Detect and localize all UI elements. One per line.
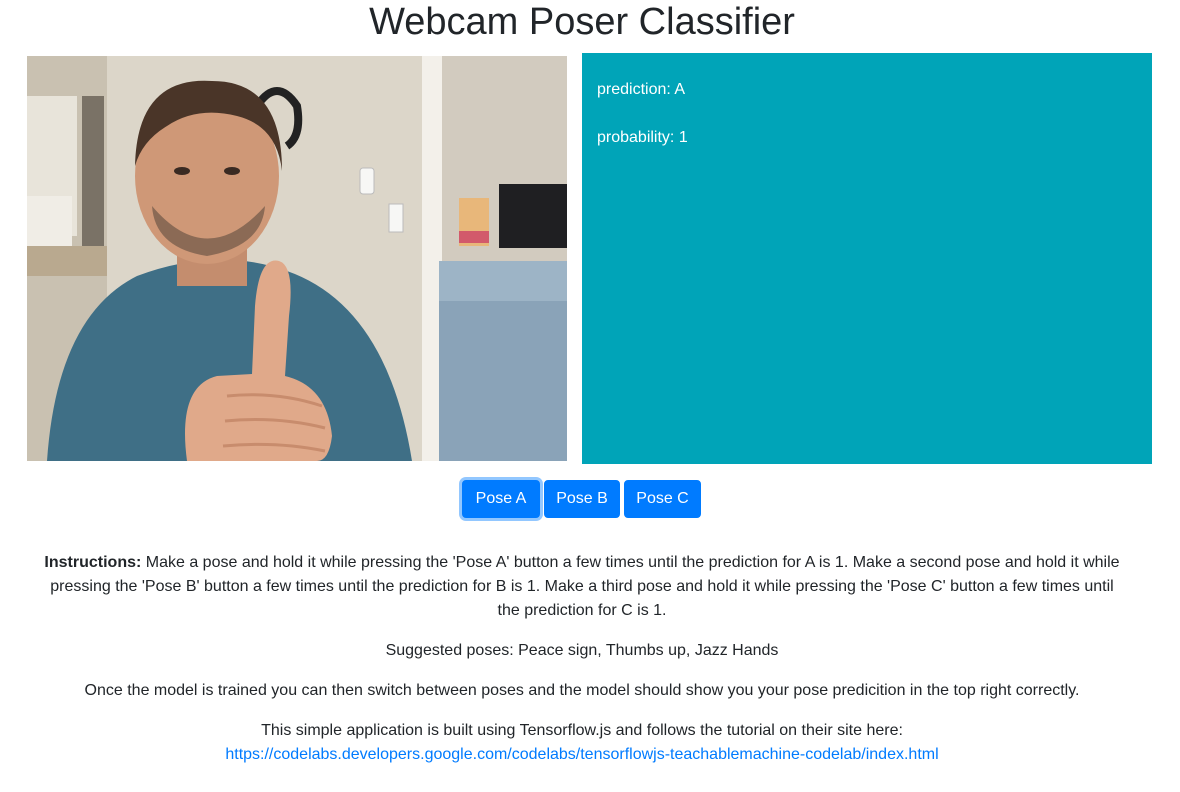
pose-c-button[interactable]: Pose C <box>624 480 701 518</box>
built-with-text: This simple application is built using T… <box>261 722 903 739</box>
page-title: Webcam Poser Classifier <box>369 1 795 43</box>
model-note-text: Once the model is trained you can then s… <box>84 682 1080 699</box>
page: Webcam Poser Classifier prediction: A pr… <box>0 0 1180 792</box>
pose-a-button[interactable]: Pose A <box>462 480 540 518</box>
instructions-text: Instructions: Make a pose and hold it wh… <box>40 551 1124 623</box>
prediction-label: prediction: A <box>597 81 686 98</box>
suggested-poses-text: Suggested poses: Peace sign, Thumbs up, … <box>385 642 779 659</box>
instructions-body: Make a pose and hold it while pressing t… <box>50 554 1120 619</box>
webcam-video <box>27 56 567 461</box>
probability-label: probability: 1 <box>597 129 688 146</box>
instructions-label: Instructions: <box>44 554 142 571</box>
built-with-paragraph: This simple application is built using T… <box>40 719 1124 767</box>
tutorial-link[interactable]: https://codelabs.developers.google.com/c… <box>225 746 938 763</box>
webcam-frame-image <box>27 56 567 461</box>
pose-b-button[interactable]: Pose B <box>544 480 620 518</box>
prediction-panel: prediction: A probability: 1 <box>582 53 1152 464</box>
